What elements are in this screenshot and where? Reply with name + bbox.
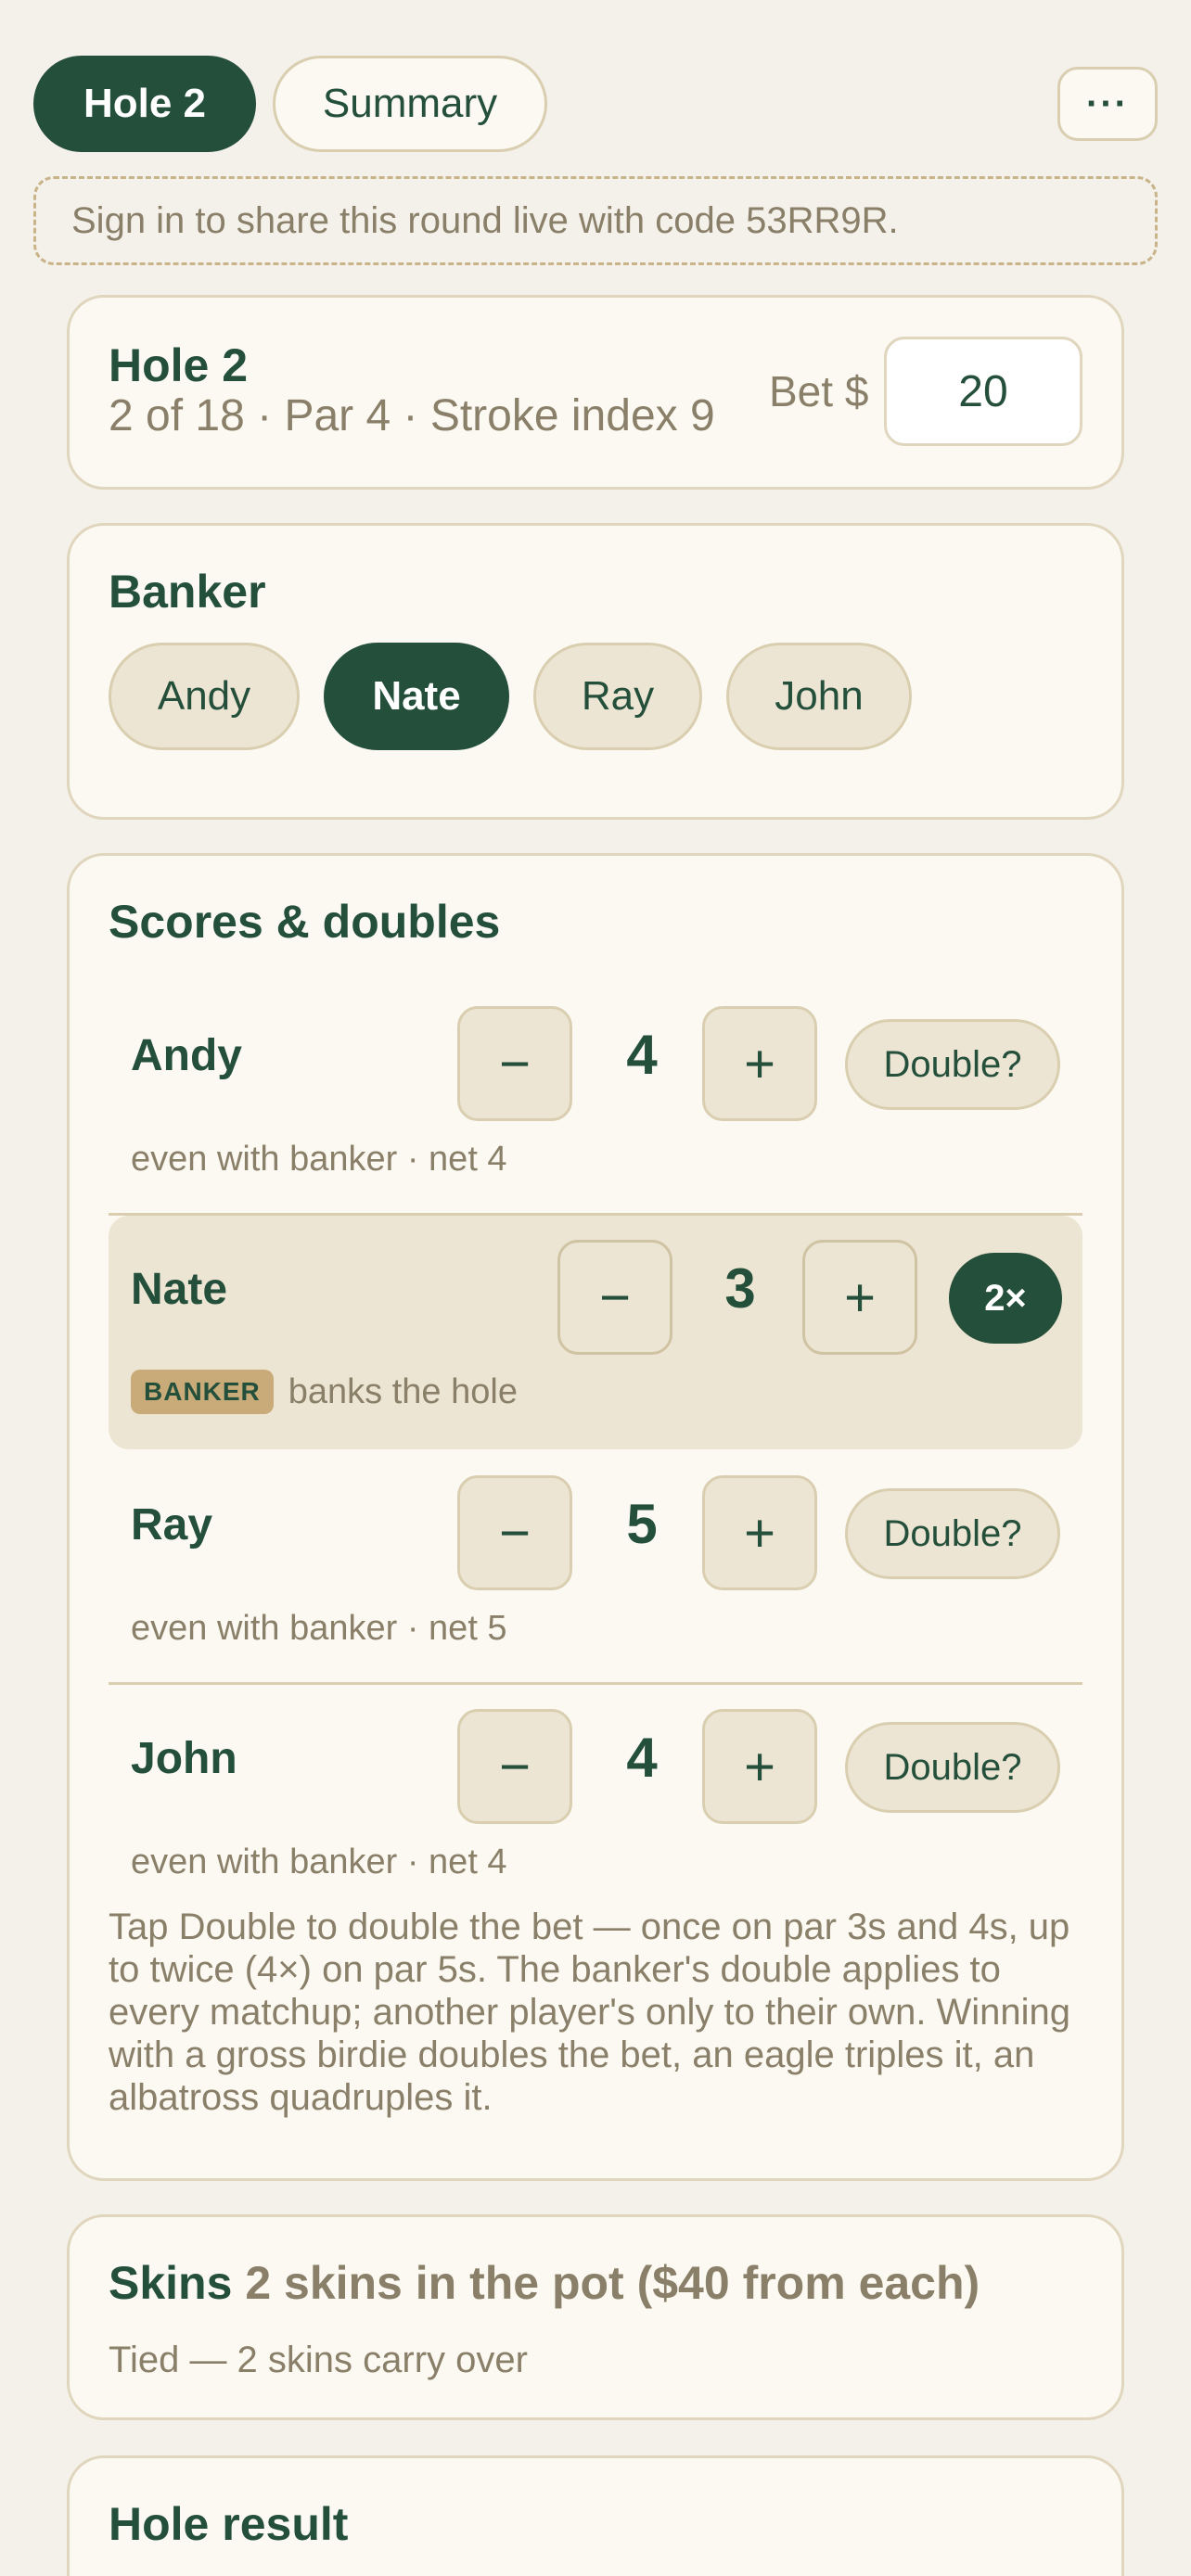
matchup-note: even with banker · net 4 <box>131 1140 507 1179</box>
decrement-button[interactable]: − <box>457 1475 572 1590</box>
player-name: Nate <box>131 1265 228 1314</box>
double-button[interactable]: Double? <box>845 1019 1060 1110</box>
player-name: John <box>131 1734 237 1783</box>
result-title: Hole result <box>109 2498 349 2550</box>
matchup-note: even with banker · net 4 <box>131 1843 507 1881</box>
hole-result-card: Hole result <box>67 2455 1124 2576</box>
skins-card: Skins 2 skins in the pot ($40 from each)… <box>67 2214 1124 2420</box>
top-bar: Hole 2 Summary ··· <box>33 56 1158 152</box>
matchup-note: even with banker · net 5 <box>131 1609 507 1648</box>
score-value: 3 <box>724 1257 756 1320</box>
score-row-ray: Ray − 5 + Double? even with banker · net… <box>109 1451 1082 1685</box>
decrement-button[interactable]: − <box>557 1240 672 1355</box>
banker-chip-nate[interactable]: Nate <box>324 643 509 750</box>
banker-note: BANKER banks the hole <box>131 1370 518 1414</box>
hole-subtitle: 2 of 18 · Par 4 · Stroke index 9 <box>109 391 715 440</box>
banker-card: Banker Andy Nate Ray John <box>67 523 1124 820</box>
skins-status: Tied — 2 skins carry over <box>109 2340 528 2380</box>
scores-card: Scores & doubles Andy − 4 + Double? even… <box>67 853 1124 2181</box>
player-name: Andy <box>131 1031 242 1080</box>
bet-label: Bet $ <box>769 367 869 415</box>
double-button[interactable]: Double? <box>845 1488 1060 1579</box>
decrement-button[interactable]: − <box>457 1006 572 1121</box>
increment-button[interactable]: + <box>802 1240 917 1355</box>
banker-badge: BANKER <box>131 1370 274 1414</box>
hole-title: Hole 2 <box>109 339 249 391</box>
bet-input[interactable] <box>884 337 1082 446</box>
player-name: Ray <box>131 1500 213 1549</box>
matchup-note: banks the hole <box>288 1371 518 1411</box>
banker-title: Banker <box>109 566 266 618</box>
banker-chip-andy[interactable]: Andy <box>109 643 300 750</box>
skins-heading: Skins 2 skins in the pot ($40 from each) <box>109 2256 980 2310</box>
scores-title: Scores & doubles <box>109 896 501 948</box>
doubles-help-text: Tap Double to double the bet — once on p… <box>109 1906 1071 2118</box>
hole-card: Hole 2 2 of 18 · Par 4 · Stroke index 9 … <box>67 295 1124 490</box>
score-row-andy: Andy − 4 + Double? even with banker · ne… <box>109 982 1082 1216</box>
double-button[interactable]: Double? <box>845 1722 1060 1813</box>
tab-summary[interactable]: Summary <box>273 56 547 152</box>
decrement-button[interactable]: − <box>457 1709 572 1824</box>
banker-chip-john[interactable]: John <box>726 643 912 750</box>
score-value: 4 <box>626 1727 658 1789</box>
tab-hole[interactable]: Hole 2 <box>33 56 256 152</box>
score-row-john: John − 4 + Double? even with banker · ne… <box>109 1685 1082 1919</box>
more-menu-button[interactable]: ··· <box>1057 67 1158 141</box>
increment-button[interactable]: + <box>702 1709 817 1824</box>
score-value: 4 <box>626 1024 658 1086</box>
skins-title: Skins <box>109 2257 233 2309</box>
increment-button[interactable]: + <box>702 1006 817 1121</box>
signin-banner[interactable]: Sign in to share this round live with co… <box>33 176 1158 265</box>
banker-chip-ray[interactable]: Ray <box>533 643 702 750</box>
increment-button[interactable]: + <box>702 1475 817 1590</box>
double-button-active[interactable]: 2× <box>949 1253 1062 1344</box>
score-row-nate: Nate − 3 + 2× BANKER banks the hole <box>109 1216 1082 1449</box>
score-value: 5 <box>626 1493 658 1555</box>
skins-pot: 2 skins in the pot ($40 from each) <box>245 2257 980 2309</box>
